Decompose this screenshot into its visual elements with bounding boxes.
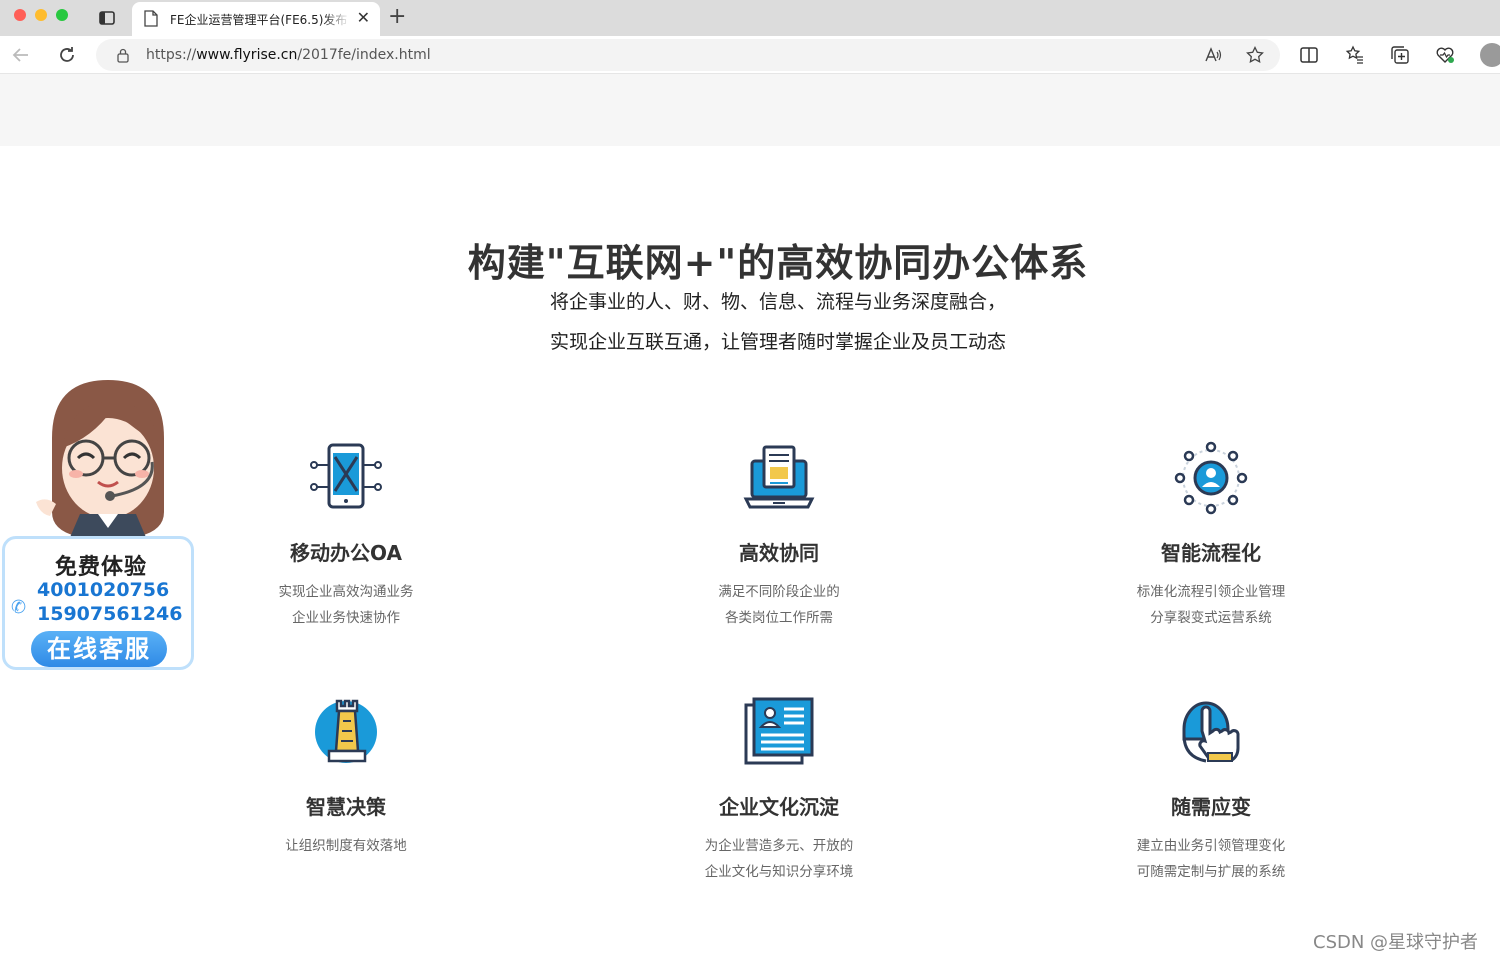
page-subtitle-line1: 将企事业的人、财、物、信息、流程与业务深度融合， (549, 291, 1006, 313)
refresh-icon[interactable] (56, 44, 78, 66)
feature-title: 企业文化沉淀 (719, 795, 839, 819)
feature-title: 移动办公OA (290, 541, 402, 565)
feature-title: 智慧决策 (306, 795, 386, 819)
feature-desc-line2: 可随需定制与扩展的系统 (1136, 864, 1286, 880)
tab-title: FE企业运营管理平台(FE6.5)发布 (170, 13, 348, 27)
feature-title: 智能流程化 (1161, 541, 1261, 565)
profile-avatar[interactable] (1480, 43, 1500, 67)
feature-desc-line1: 满足不同阶段企业的 (718, 584, 840, 600)
url-text[interactable]: https://www.flyrise.cn/2017fe/index.html (146, 47, 431, 63)
feature-card-mobile-office[interactable]: 移动办公OA 实现企业高效沟通业务 企业业务快速协作 (186, 441, 506, 631)
back-arrow-icon[interactable] (10, 44, 32, 66)
window-minimize-button[interactable] (35, 9, 47, 21)
feature-desc-line1: 实现企业高效沟通业务 (278, 584, 414, 600)
network-hub-icon (1174, 441, 1248, 515)
feature-title: 随需应变 (1171, 795, 1251, 819)
phone-number-1: 4001020756 (37, 579, 170, 601)
browser-toolbar: https://www.flyrise.cn/2017fe/index.html (0, 36, 1500, 74)
favorite-star-icon[interactable] (1246, 46, 1264, 64)
customer-service-card[interactable]: 免费体验 ✆ 4001020756 15907561246 在线客服 (2, 536, 194, 670)
hand-pointer-icon (1182, 701, 1240, 763)
split-screen-icon[interactable] (1299, 45, 1319, 65)
feature-card-workflow[interactable]: 智能流程化 标准化流程引领企业管理 分享裂变式运营系统 (1051, 441, 1371, 631)
site-header-band (0, 74, 1500, 146)
phone-icon: ✆ (11, 597, 27, 618)
window-close-button[interactable] (14, 9, 26, 21)
chess-rook-icon (315, 699, 377, 763)
tab-actions-icon[interactable] (98, 9, 116, 27)
site-info-icon[interactable] (116, 47, 130, 63)
support-agent-avatar (36, 380, 164, 542)
free-trial-label: 免费体验 (54, 555, 147, 580)
feature-desc-line2: 分享裂变式运营系统 (1150, 610, 1272, 626)
phone-number-2: 15907561246 (37, 603, 183, 625)
address-bar[interactable]: https://www.flyrise.cn/2017fe/index.html (96, 39, 1280, 71)
online-service-button[interactable]: 在线客服 (31, 631, 167, 667)
collections-icon[interactable] (1390, 45, 1410, 65)
laptop-document-icon (743, 445, 815, 509)
browser-tab-bar: FE企业运营管理平台(FE6.5)发布 ✕ + (0, 0, 1500, 36)
watermark: CSDN @星球守护者 (1313, 932, 1479, 953)
feature-desc-line1: 标准化流程引领企业管理 (1136, 584, 1286, 600)
feature-desc-line2: 企业业务快速协作 (292, 610, 400, 626)
feature-desc-line1: 建立由业务引领管理变化 (1136, 838, 1286, 854)
feature-desc-line1: 为企业营造多元、开放的 (704, 838, 854, 854)
feature-card-decision[interactable]: 智慧决策 让组织制度有效落地 (186, 695, 506, 859)
id-card-icon (744, 697, 814, 765)
mobile-office-icon (310, 443, 382, 509)
feature-card-culture[interactable]: 企业文化沉淀 为企业营造多元、开放的 企业文化与知识分享环境 (619, 695, 939, 885)
tab-close-icon[interactable]: ✕ (357, 10, 370, 26)
page-title: 构建"互联网+"的高效协同办公体系 (467, 241, 1089, 285)
read-aloud-icon[interactable] (1204, 46, 1222, 64)
feature-card-adaptive[interactable]: 随需应变 建立由业务引领管理变化 可随需定制与扩展的系统 (1051, 695, 1371, 885)
favorites-list-icon[interactable] (1345, 45, 1365, 65)
new-tab-button[interactable]: + (388, 6, 406, 28)
feature-title: 高效协同 (739, 541, 819, 565)
window-zoom-button[interactable] (56, 9, 68, 21)
feature-desc-line2: 企业文化与知识分享环境 (704, 864, 854, 880)
active-tab[interactable]: FE企业运营管理平台(FE6.5)发布 ✕ (132, 2, 380, 36)
feature-card-collaboration[interactable]: 高效协同 满足不同阶段企业的 各类岗位工作所需 (619, 441, 939, 631)
customer-service-widget[interactable]: 免费体验 ✆ 4001020756 15907561246 在线客服 (0, 378, 200, 674)
feature-desc-line2: 各类岗位工作所需 (725, 610, 833, 626)
feature-desc-line1: 让组织制度有效落地 (285, 838, 407, 854)
browser-essentials-icon[interactable] (1435, 45, 1455, 65)
page-subtitle-line2: 实现企业互联互通，让管理者随时掌握企业及员工动态 (549, 331, 1006, 353)
page-icon (144, 10, 158, 27)
